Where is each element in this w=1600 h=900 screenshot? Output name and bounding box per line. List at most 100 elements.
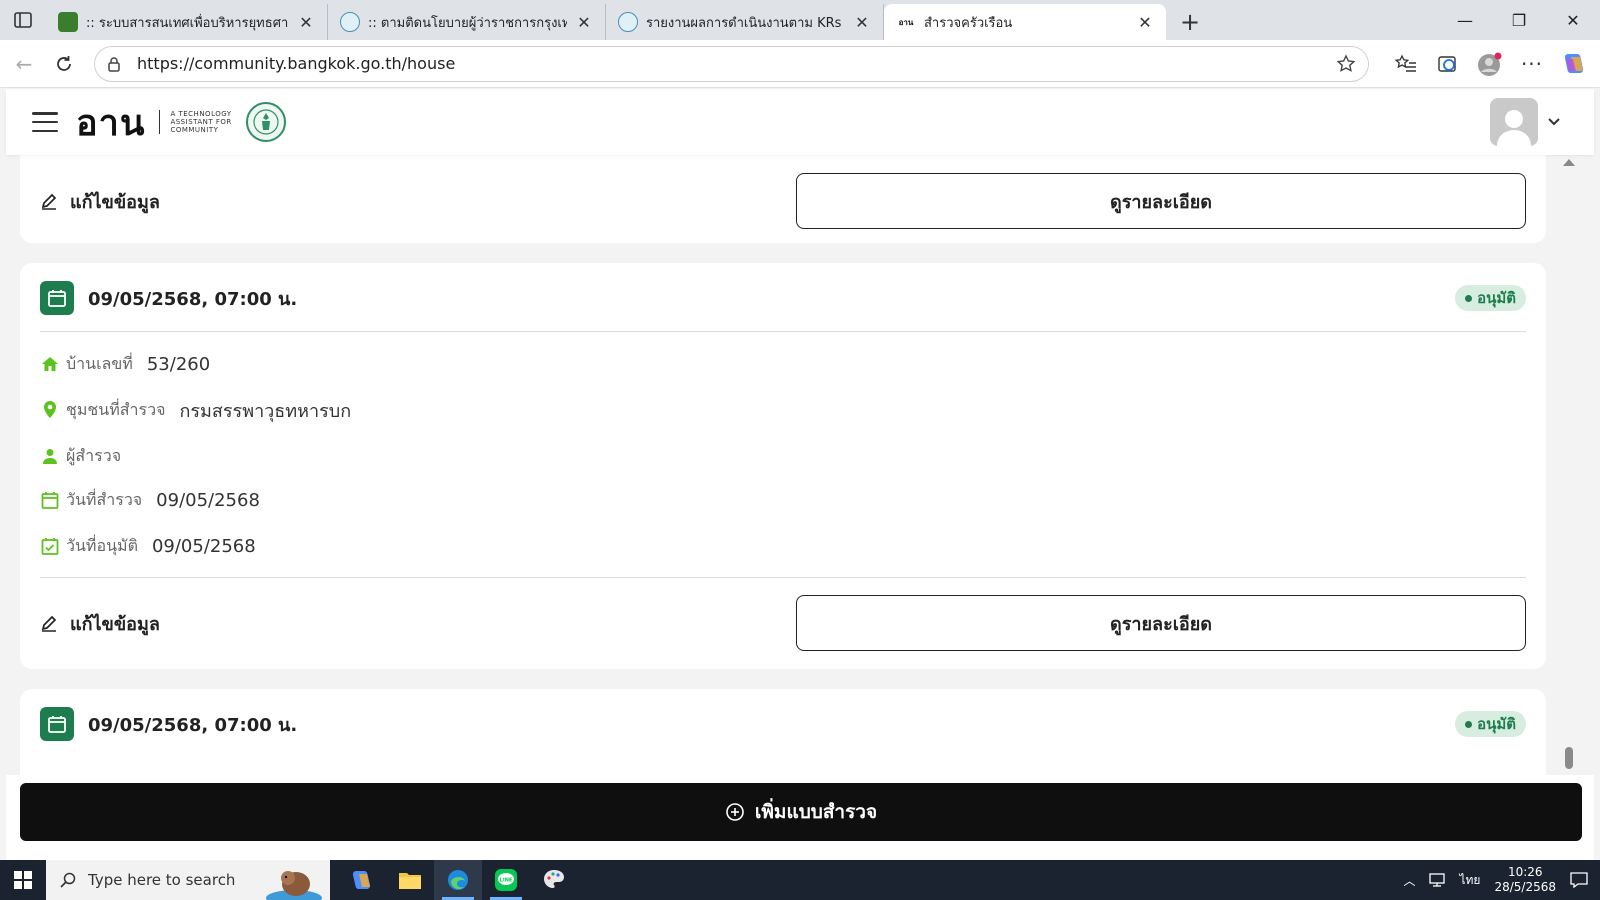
tab-favicon-icon: อาน <box>896 12 916 32</box>
toolbar-extensions: ··· <box>1385 44 1595 84</box>
app-header: อาน A TECHNOLOGY ASSISTANT FOR COMMUNITY <box>6 89 1594 155</box>
logo-tagline: A TECHNOLOGY ASSISTANT FOR COMMUNITY <box>159 110 231 134</box>
view-details-button[interactable]: ดูรายละเอียด <box>796 595 1526 651</box>
taskbar-clock[interactable]: 10:26 28/5/2568 <box>1487 865 1563 895</box>
browser-tab-3[interactable]: รายงานผลการดำเนินงานตาม KRs ✕ <box>606 4 884 40</box>
tab-close-icon[interactable]: ✕ <box>573 11 595 33</box>
search-placeholder: Type here to search <box>88 871 236 889</box>
taskbar-file-explorer[interactable] <box>386 860 434 900</box>
taskbar-edge[interactable] <box>434 860 482 900</box>
app-logo[interactable]: อาน A TECHNOLOGY ASSISTANT FOR COMMUNITY <box>76 94 286 151</box>
scroll-up-arrow-icon[interactable] <box>1563 159 1575 166</box>
survey-card: แก้ไขข้อมูล ดูรายละเอียด <box>20 155 1546 243</box>
info-house-number: บ้านเลขที่ 53/260 <box>40 351 210 377</box>
browser-toolbar: ← https://community.bangkok.go.th/house … <box>0 40 1600 88</box>
taskbar-apps: LINE <box>338 860 578 900</box>
vertical-scrollbar[interactable] <box>1560 155 1578 775</box>
person-icon <box>40 446 60 466</box>
network-button[interactable] <box>1422 873 1452 887</box>
add-survey-label: เพิ่มแบบสำรวจ <box>754 801 878 823</box>
info-community: ชุมชนที่สำรวจ กรมสรรพาวุธทหารบก <box>40 397 351 423</box>
tab-title: :: ตามติดนโยบายผู้ว่าราชการกรุงเทพมหานคร <box>368 15 567 31</box>
divider <box>40 577 1526 578</box>
edit-data-link[interactable]: แก้ไขข้อมูล <box>40 609 160 638</box>
minimize-icon: — <box>1457 10 1473 30</box>
search-highlight-otter-icon <box>266 871 322 900</box>
new-tab-button[interactable]: + <box>1170 4 1210 40</box>
plus-icon: + <box>1179 8 1201 36</box>
tab-close-icon[interactable]: ✕ <box>851 11 873 33</box>
address-bar[interactable]: https://community.bangkok.go.th/house <box>94 45 1369 82</box>
survey-card: 09/05/2568, 07:00 น. อนุมัติ บ้านเลขที่ … <box>20 263 1546 669</box>
browser-tab-strip: :: ระบบสารสนเทศเพื่อบริหารยุทธศาสตร์ ✕ :… <box>0 0 1600 40</box>
card-datetime: 09/05/2568, 07:00 น. <box>88 714 298 736</box>
tab-favicon-icon <box>58 12 78 32</box>
surveyor-label: ผู้สำรวจ <box>66 445 122 465</box>
profile-avatar-icon <box>1478 52 1502 76</box>
survey-date-value: 09/05/2568 <box>156 489 260 511</box>
tab-title: สำรวจครัวเรือน <box>924 15 1013 31</box>
divider <box>40 331 1526 332</box>
browser-tab-2[interactable]: :: ตามติดนโยบายผู้ว่าราชการกรุงเทพมหานคร… <box>328 4 606 40</box>
logo-wordmark: อาน <box>76 102 146 144</box>
restore-button[interactable]: ❐ <box>1492 0 1546 40</box>
tab-actions-button[interactable] <box>0 0 46 40</box>
chevron-up-icon: ︿ <box>1403 873 1416 888</box>
taskbar-line[interactable]: LINE <box>482 860 530 900</box>
favorites-button[interactable] <box>1385 44 1427 84</box>
house-number-value: 53/260 <box>146 353 211 375</box>
card-header: 09/05/2568, 07:00 น. อนุมัติ <box>40 707 1526 741</box>
notification-icon <box>1570 872 1588 888</box>
more-dots-icon: ··· <box>1520 51 1544 76</box>
browser-tab-active[interactable]: อาน สำรวจครัวเรือน ✕ <box>884 4 1166 40</box>
view-details-button[interactable]: ดูรายละเอียด <box>796 173 1526 229</box>
language-indicator[interactable]: ไทย <box>1452 871 1487 890</box>
arrow-left-icon: ← <box>15 51 33 76</box>
refresh-icon <box>57 55 71 71</box>
card-header: 09/05/2568, 07:00 น. อนุมัติ <box>40 281 1526 315</box>
plus-circle-icon <box>726 803 744 821</box>
info-approve-date: วันที่อนุมัติ 09/05/2568 <box>40 533 256 559</box>
scrollbar-thumb[interactable] <box>1565 747 1573 769</box>
settings-more-button[interactable]: ··· <box>1511 44 1553 84</box>
add-survey-button[interactable]: เพิ่มแบบสำรวจ <box>20 783 1582 841</box>
calendar-icon <box>40 281 74 315</box>
folder-icon <box>399 873 421 889</box>
card-datetime: 09/05/2568, 07:00 น. <box>88 288 298 310</box>
system-tray: ︿ ไทย 10:26 28/5/2568 <box>1396 860 1600 900</box>
copilot-button[interactable] <box>1553 44 1595 84</box>
browser-tab-1[interactable]: :: ระบบสารสนเทศเพื่อบริหารยุทธศาสตร์ ✕ <box>46 4 328 40</box>
edit-data-link[interactable]: แก้ไขข้อมูล <box>40 187 160 216</box>
edit-data-label: แก้ไขข้อมูล <box>70 613 160 635</box>
menu-hamburger-icon[interactable] <box>32 112 58 132</box>
back-button[interactable]: ← <box>4 44 44 84</box>
favorite-star-icon[interactable] <box>1336 53 1356 78</box>
taskbar-paint[interactable] <box>530 860 578 900</box>
survey-card: 09/05/2568, 07:00 น. อนุมัติ <box>20 689 1546 775</box>
minimize-button[interactable]: — <box>1438 0 1492 40</box>
user-avatar-icon <box>1490 98 1538 146</box>
collections-button[interactable] <box>1427 44 1469 84</box>
refresh-button[interactable] <box>44 44 84 84</box>
edit-pencil-icon <box>41 193 57 210</box>
survey-list[interactable]: แก้ไขข้อมูล ดูรายละเอียด 09/05/2568, 07:… <box>6 155 1578 775</box>
logo-tagline-line: A TECHNOLOGY <box>170 110 232 118</box>
close-window-button[interactable]: ✕ <box>1546 0 1600 40</box>
calendar-check-icon <box>40 536 60 556</box>
taskbar-search[interactable]: Type here to search <box>46 860 330 900</box>
user-menu[interactable] <box>1490 98 1560 146</box>
taskbar-copilot[interactable] <box>338 860 386 900</box>
house-number-label: บ้านเลขที่ <box>66 353 133 373</box>
tab-title: รายงานผลการดำเนินงานตาม KRs <box>646 15 842 31</box>
status-badge: อนุมัติ <box>1455 285 1526 311</box>
tab-close-icon[interactable]: ✕ <box>295 11 317 33</box>
line-app-icon: LINE <box>495 869 517 891</box>
logo-tagline-line: COMMUNITY <box>170 126 219 134</box>
copilot-icon <box>352 871 371 889</box>
profile-button[interactable] <box>1469 44 1511 84</box>
tab-close-icon[interactable]: ✕ <box>1134 11 1156 33</box>
notifications-button[interactable] <box>1563 872 1600 888</box>
tray-overflow-button[interactable]: ︿ <box>1396 872 1422 889</box>
calendar-icon <box>40 707 74 741</box>
start-button[interactable] <box>0 860 46 900</box>
